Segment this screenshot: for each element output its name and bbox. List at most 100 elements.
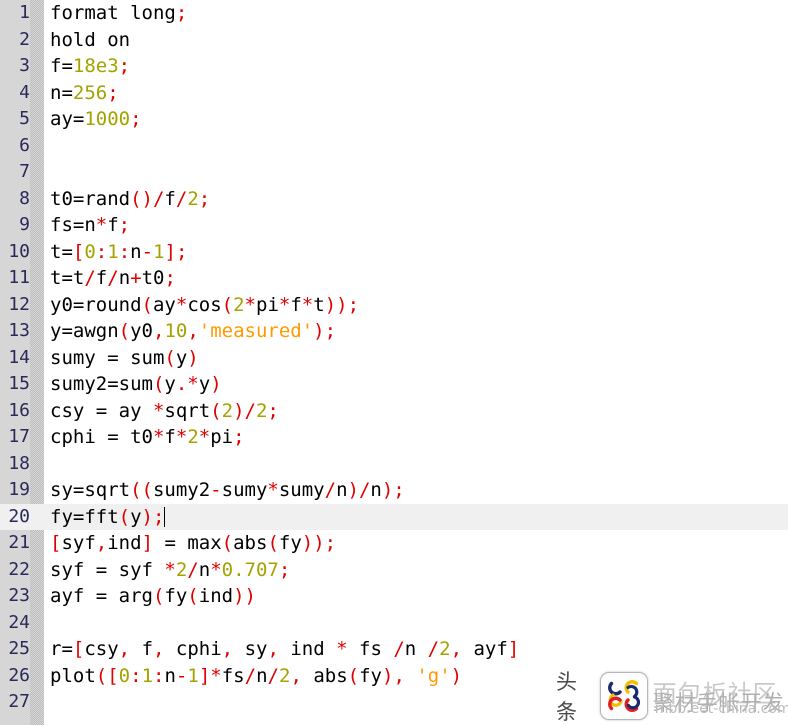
token-punct: /: [324, 479, 337, 501]
code-line[interactable]: 7: [0, 159, 788, 186]
code-line[interactable]: 26 plot([0:1:n-1]*fs/n/2, abs(fy), 'g'): [0, 663, 788, 690]
token-punct: ;: [164, 267, 176, 289]
code-line[interactable]: 1 format long;: [0, 0, 788, 27]
code-line[interactable]: 20 fy=fft(y);: [0, 503, 788, 531]
token-punct: ([: [95, 664, 119, 687]
line-text[interactable]: y=awgn(y0,10,'measured');: [50, 318, 336, 345]
token-plain: fy: [359, 664, 382, 687]
line-text[interactable]: y0=round(ay*cos(2*pi*f*t));: [50, 292, 359, 319]
line-number: 13: [8, 320, 30, 341]
line-number: 21: [8, 532, 30, 553]
token-punct: ): [450, 664, 463, 687]
code-line[interactable]: 17 cphi = t0*f*2*pi;: [0, 424, 788, 451]
token-num: 0: [118, 664, 131, 687]
code-line[interactable]: 18: [0, 451, 788, 478]
line-text[interactable]: t=t/f/n+t0;: [50, 265, 176, 292]
line-number: 2: [19, 28, 30, 50]
code-line[interactable]: 3 f=18e3;: [0, 53, 788, 80]
line-text[interactable]: f=18e3;: [50, 53, 130, 80]
token-plain: n: [130, 240, 142, 263]
line-number: 15: [8, 373, 30, 394]
line-text[interactable]: hold on: [50, 27, 130, 54]
token-punct: (: [267, 532, 279, 554]
code-line[interactable]: 15 sumy2=sum(y.*y): [0, 371, 788, 398]
code-line[interactable]: 25 r=[csy, f, cphi, sy, ind * fs /n /2, a…: [0, 636, 788, 663]
token-punct: ): [210, 373, 222, 395]
token-plain: pi: [256, 293, 279, 316]
code-line[interactable]: 23 ayf = arg(fy(ind)): [0, 583, 788, 610]
token-plain: sumy2=sum: [50, 373, 153, 395]
token-plain: syf = syf: [50, 558, 165, 581]
token-punct: (: [187, 585, 199, 607]
token-punct: ,: [152, 320, 165, 342]
code-line[interactable]: 4 n=256;: [0, 80, 788, 107]
line-text[interactable]: ay=1000;: [50, 106, 142, 133]
token-punct: :: [118, 240, 131, 263]
token-plain: f: [130, 638, 154, 660]
line-text[interactable]: syf = syf *2/n*0.707;: [50, 557, 290, 584]
token-plain: f: [290, 293, 302, 316]
line-number: 27: [8, 691, 30, 712]
code-line[interactable]: 12 y0=round(ay*cos(2*pi*f*t));: [0, 292, 788, 319]
line-text[interactable]: sumy = sum(y): [50, 345, 199, 372]
code-line[interactable]: 10 t=[0:1:n-1];: [0, 239, 788, 266]
line-text[interactable]: t=[0:1:n-1];: [50, 239, 187, 266]
token-punct: [: [72, 638, 85, 660]
token-punct: ;: [175, 2, 188, 24]
line-number: 4: [19, 81, 30, 103]
token-plain: ayf = arg: [50, 585, 153, 607]
line-text[interactable]: plot([0:1:n-1]*fs/n/2, abs(fy), 'g'): [50, 663, 462, 690]
code-line[interactable]: 9 fs=n*f;: [0, 212, 788, 239]
token-punct: );: [381, 479, 405, 501]
code-line[interactable]: 19 sy=sqrt((sumy2-sumy*sumy/n)/n);: [0, 477, 788, 504]
token-punct: *: [175, 426, 188, 448]
line-text[interactable]: sy=sqrt((sumy2-sumy*sumy/n)/n);: [50, 477, 405, 504]
token-punct: *: [278, 293, 291, 316]
token-punct: ,: [95, 532, 108, 554]
line-text[interactable]: format long;: [50, 0, 187, 27]
token-punct: ]: [141, 532, 154, 554]
line-text[interactable]: csy = ay *sqrt(2)/2;: [50, 398, 279, 425]
code-line[interactable]: 8 t0=rand()/f/2;: [0, 186, 788, 213]
token-plain: abs: [301, 664, 348, 687]
code-line[interactable]: 22 syf = syf *2/n*0.707;: [0, 557, 788, 584]
line-text[interactable]: n=256;: [50, 80, 119, 107]
line-number: 9: [19, 214, 30, 235]
token-punct: ((: [130, 479, 153, 501]
code-content[interactable]: 1 format long; 2 hold on 3 f=18e3; 4 n=256; 5 ay=…: [0, 0, 788, 725]
token-punct: )/: [233, 399, 256, 422]
token-num: 256: [72, 81, 108, 104]
token-punct: :: [95, 240, 108, 263]
code-line[interactable]: 27: [0, 689, 788, 716]
token-punct: ,: [290, 664, 302, 687]
line-text[interactable]: cphi = t0*f*2*pi;: [50, 424, 245, 451]
token-plain: hold on: [50, 28, 131, 51]
line-text[interactable]: t0=rand()/f/2;: [50, 186, 210, 213]
code-editor[interactable]: 1 format long; 2 hold on 3 f=18e3; 4 n=256; 5 ay=…: [0, 0, 788, 725]
token-punct: ));: [301, 532, 337, 554]
code-line[interactable]: 2 hold on: [0, 27, 788, 54]
line-text[interactable]: sumy2=sum(y.*y): [50, 371, 222, 398]
line-text[interactable]: fy=fft(y);: [50, 504, 166, 531]
code-line[interactable]: 6: [0, 133, 788, 160]
token-num: 2: [233, 293, 245, 316]
token-plain: pi: [210, 426, 234, 448]
code-line[interactable]: 16 csy = ay *sqrt(2)/2;: [0, 398, 788, 425]
line-text[interactable]: fs=n*f;: [50, 212, 130, 239]
token-plain: sumy: [278, 479, 325, 501]
token-punct: *: [164, 558, 176, 581]
code-line[interactable]: 13 y=awgn(y0,10,'measured');: [0, 318, 788, 345]
token-plain: csy = ay: [50, 399, 153, 422]
code-line[interactable]: 11 t=t/f/n+t0;: [0, 265, 788, 292]
token-plain: sqrt: [164, 399, 211, 422]
code-line[interactable]: 24: [0, 610, 788, 637]
line-text[interactable]: r=[csy, f, cphi, sy, ind * fs /n /2, ayf…: [50, 636, 519, 663]
token-punct: ;: [118, 55, 131, 77]
token-punct: ;: [107, 81, 119, 104]
code-line[interactable]: 14 sumy = sum(y): [0, 345, 788, 372]
line-text[interactable]: ayf = arg(fy(ind)): [50, 583, 256, 610]
code-line[interactable]: 21 [syf,ind] = max(abs(fy));: [0, 530, 788, 557]
line-text[interactable]: [syf,ind] = max(abs(fy));: [50, 530, 336, 557]
code-line[interactable]: 5 ay=1000;: [0, 106, 788, 133]
token-punct: (: [347, 664, 360, 687]
